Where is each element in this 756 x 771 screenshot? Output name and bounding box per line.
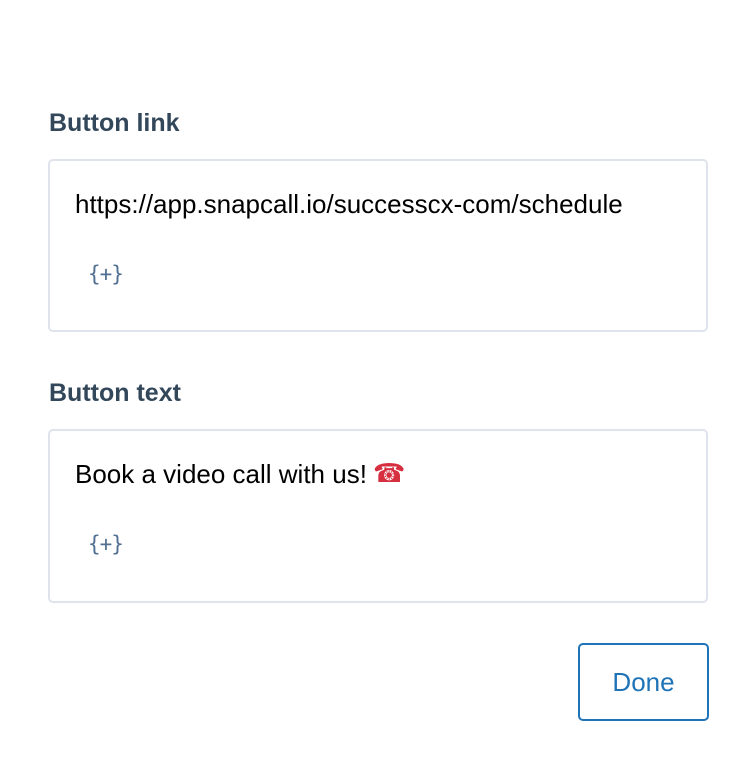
- button-text-insert-token-button[interactable]: {+}: [88, 530, 124, 558]
- button-text-label: Button text: [49, 379, 181, 407]
- button-link-insert-token-button[interactable]: {+}: [88, 260, 124, 288]
- button-text-field[interactable]: Book a video call with us! ☎ {+}: [48, 429, 708, 603]
- button-link-label: Button link: [49, 109, 180, 137]
- button-text-value: Book a video call with us!: [75, 459, 367, 489]
- button-text-value-line[interactable]: Book a video call with us! ☎: [75, 458, 405, 490]
- button-link-field[interactable]: https://app.snapcall.io/successcx-com/sc…: [48, 159, 708, 332]
- done-button[interactable]: Done: [578, 643, 709, 721]
- telephone-icon: ☎: [372, 459, 406, 489]
- button-link-value[interactable]: https://app.snapcall.io/successcx-com/sc…: [75, 188, 623, 220]
